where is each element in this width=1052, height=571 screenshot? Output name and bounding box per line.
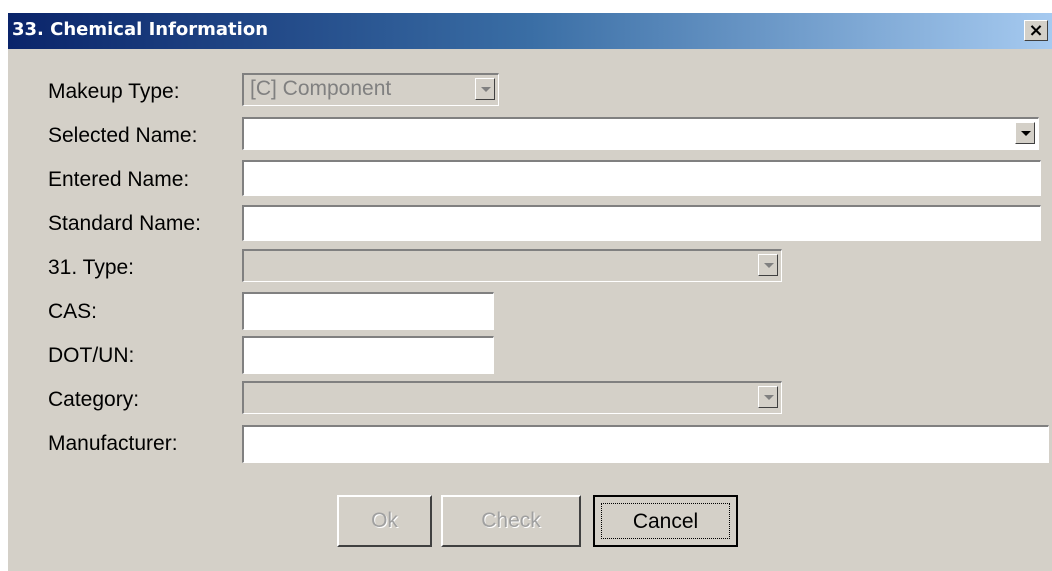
cancel-button-label: Cancel: [601, 503, 730, 539]
type-label: 31. Type:: [48, 256, 135, 279]
manufacturer-label: Manufacturer:: [48, 432, 178, 455]
category-label: Category:: [48, 388, 140, 411]
type-select: [242, 249, 782, 282]
ok-button[interactable]: Ok: [337, 495, 432, 547]
dot-un-label: DOT/UN:: [48, 344, 135, 367]
cas-field[interactable]: [242, 292, 494, 330]
chevron-down-icon[interactable]: [1015, 122, 1035, 144]
check-button[interactable]: Check: [441, 495, 581, 547]
title-bar[interactable]: 33. Chemical Information ×: [8, 13, 1052, 49]
chevron-down-icon: [758, 254, 778, 276]
selected-name-select[interactable]: [242, 117, 1039, 150]
standard-name-field[interactable]: [242, 205, 1041, 241]
close-icon[interactable]: ×: [1024, 20, 1048, 41]
entered-name-label: Entered Name:: [48, 168, 190, 191]
chevron-down-icon: [758, 386, 778, 408]
makeup-type-value: [C] Component: [250, 77, 392, 100]
entered-name-field[interactable]: [242, 160, 1041, 196]
cancel-button[interactable]: Cancel: [593, 495, 738, 547]
chemical-information-dialog: 33. Chemical Information × Makeup Type: …: [7, 12, 1052, 571]
category-select: [242, 381, 782, 414]
manufacturer-field[interactable]: [242, 425, 1049, 463]
makeup-type-select: [C] Component: [242, 73, 499, 106]
chevron-down-icon: [475, 78, 495, 100]
dialog-title: 33. Chemical Information: [12, 19, 269, 40]
selected-name-label: Selected Name:: [48, 124, 198, 147]
cas-label: CAS:: [48, 300, 98, 323]
standard-name-label: Standard Name:: [48, 212, 201, 235]
makeup-type-label: Makeup Type:: [48, 80, 180, 103]
dot-un-field[interactable]: [242, 336, 494, 374]
